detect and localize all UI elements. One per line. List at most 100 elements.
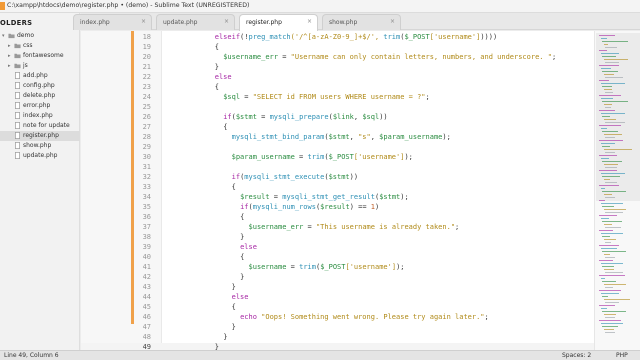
tab-update-php[interactable]: update.php × — [156, 14, 235, 30]
code-token: ) — [374, 203, 380, 211]
sidebar-item-label: css — [23, 42, 33, 49]
sidebar-item-label: js — [23, 62, 28, 69]
minimap-line — [599, 65, 619, 66]
minimap-line — [602, 266, 614, 267]
file-icon — [15, 152, 20, 159]
minimap-line — [602, 221, 622, 222]
tab-index-php[interactable]: index.php × — [73, 14, 152, 30]
code-text: if($stmt = mysqli_prepare($link, $sql)) — [223, 113, 387, 121]
code-token: ; — [484, 313, 489, 321]
code-line: 29 — [81, 143, 594, 153]
minimap-line — [602, 191, 626, 192]
line-number: 43 — [142, 283, 151, 291]
minimap-line — [599, 140, 623, 141]
sidebar-item-note-for-update[interactable]: note for update — [0, 121, 80, 131]
close-icon[interactable]: × — [307, 18, 312, 25]
code-token: = — [240, 93, 253, 101]
sidebar-item-label: show.php — [23, 142, 52, 149]
sidebar-item-css[interactable]: ▸ css — [0, 41, 80, 51]
file-icon — [15, 102, 20, 109]
sidebar-item-config-php[interactable]: config.php — [0, 81, 80, 91]
minimap-line — [602, 176, 620, 177]
code-token: $result — [240, 193, 270, 201]
code-token: ; — [551, 53, 557, 61]
minimap-line — [602, 326, 618, 327]
collapsed-arrow-icon[interactable]: ▸ — [8, 53, 11, 59]
code-token: $_POST — [320, 263, 346, 271]
minimap-line — [605, 182, 617, 183]
code-text: } — [240, 273, 244, 281]
code-token: preg_match — [248, 33, 291, 41]
code-token: $result — [320, 203, 350, 211]
code-line: 37 $username_err = "This username is alre… — [81, 223, 594, 233]
minimap-line — [603, 44, 608, 45]
minimap-line — [602, 116, 610, 117]
syntax-selector[interactable]: PHP — [616, 352, 628, 359]
sidebar-item-index-php[interactable]: index.php — [0, 111, 80, 121]
code-token: } — [214, 343, 219, 350]
line-number: 25 — [142, 103, 151, 111]
minimap-line — [603, 74, 614, 75]
close-icon[interactable]: × — [390, 18, 395, 25]
code-editor[interactable]: 18 elseif(!preg_match('/^[a-zA-Z0-9_]+$/'… — [81, 31, 594, 350]
minimap-line — [605, 107, 611, 108]
tab-register-php[interactable]: register.php × — [239, 14, 318, 31]
minimap-line — [599, 290, 621, 291]
sidebar-item-add-php[interactable]: add.php — [0, 71, 80, 81]
code-token: $stmt — [328, 133, 350, 141]
sidebar-item-delete-php[interactable]: delete.php — [0, 91, 80, 101]
sidebar-item-error-php[interactable]: error.php — [0, 101, 80, 111]
minimap-line — [605, 62, 619, 63]
code-token: { — [214, 83, 219, 91]
code-line: 34 $result = mysqli_stmt_get_result($stmt… — [81, 193, 594, 203]
minimap-line — [603, 299, 630, 300]
sidebar-item-fontawesome[interactable]: ▸ fontawesome — [0, 51, 80, 61]
code-token: ); — [396, 263, 405, 271]
code-line: 30 $param_username = trim($_POST['usernam… — [81, 153, 594, 163]
line-number: 27 — [142, 123, 151, 131]
sidebar-item-label: add.php — [23, 72, 48, 79]
code-token: if — [240, 203, 249, 211]
code-token: trim — [383, 33, 401, 41]
minimap-line — [605, 122, 625, 123]
minimap-line — [605, 257, 615, 258]
line-number: 26 — [142, 113, 151, 121]
minimap-line — [602, 251, 626, 252]
line-number: 41 — [142, 263, 151, 271]
line-number: 29 — [142, 143, 151, 151]
sidebar-item-show-php[interactable]: show.php — [0, 141, 80, 151]
minimap-line — [605, 77, 623, 78]
minimap-line — [602, 296, 608, 297]
code-token: ['username'] — [429, 33, 481, 41]
collapsed-arrow-icon[interactable]: ▸ — [8, 43, 11, 49]
sidebar-item-js[interactable]: ▸ js — [0, 61, 80, 71]
expanded-arrow-icon[interactable]: ▾ — [2, 33, 5, 39]
tab-show-php[interactable]: show.php × — [322, 14, 401, 30]
code-token: ); — [400, 193, 409, 201]
code-text: } — [223, 333, 227, 341]
code-token: $param_username — [231, 153, 295, 161]
minimap-line — [602, 146, 610, 147]
indentation-setting[interactable]: Spaces: 2 — [562, 352, 591, 359]
cursor-position[interactable]: Line 49, Column 6 — [4, 352, 59, 359]
minimap-line — [600, 248, 617, 249]
close-icon[interactable]: × — [224, 18, 229, 25]
sidebar-item-demo[interactable]: ▾ demo — [0, 31, 80, 41]
code-text: $username = trim($_POST['username']); — [249, 263, 405, 271]
minimap-line — [605, 167, 617, 168]
code-token: } — [231, 283, 236, 291]
minimap-line — [600, 143, 615, 144]
minimap-line — [599, 110, 615, 111]
minimap-line — [602, 41, 628, 42]
collapsed-arrow-icon[interactable]: ▸ — [8, 63, 11, 69]
tab-label: update.php — [163, 19, 198, 26]
code-token: $_POST — [404, 33, 430, 41]
line-number: 31 — [142, 163, 151, 171]
sidebar-item-register-php[interactable]: register.php — [0, 131, 80, 141]
code-token: echo — [240, 313, 257, 321]
code-text: else — [215, 73, 232, 81]
minimap-line — [602, 236, 610, 237]
close-icon[interactable]: × — [141, 18, 146, 25]
sidebar-item-update-php[interactable]: update.php — [0, 151, 80, 161]
minimap[interactable] — [594, 31, 640, 350]
